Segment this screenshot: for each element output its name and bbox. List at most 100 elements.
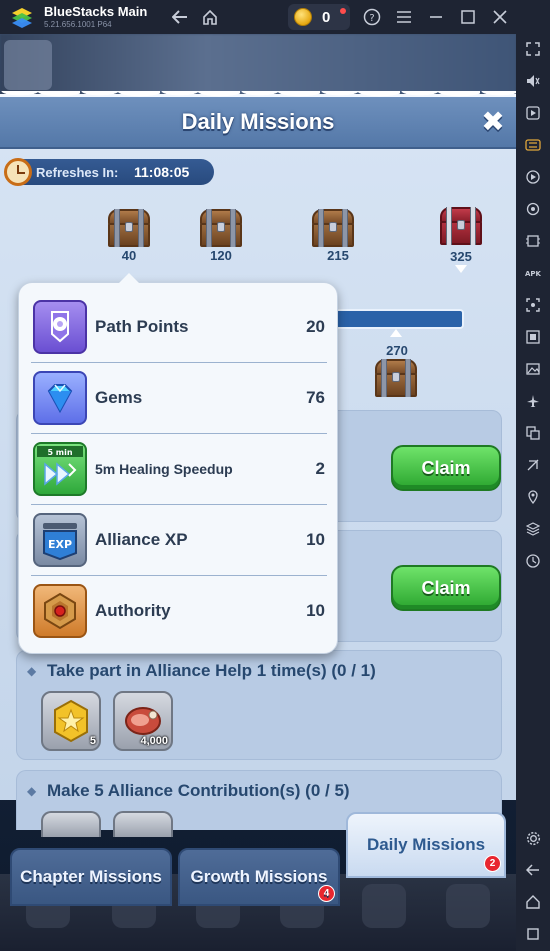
- app-version: 5.21.656.1001 P64: [44, 20, 112, 29]
- item-qty: 10: [306, 601, 325, 620]
- bg-nav-icon: [446, 884, 490, 928]
- popup-caret: [119, 273, 139, 283]
- minimize-icon[interactable]: [426, 7, 446, 27]
- tab-chapter-missions[interactable]: Chapter Missions: [10, 848, 172, 906]
- record-icon[interactable]: [524, 104, 542, 122]
- close-window-icon[interactable]: [490, 7, 510, 27]
- claim-button[interactable]: Claim: [391, 445, 501, 491]
- star-coin-icon[interactable]: 5: [41, 691, 101, 751]
- mission-title: Make 5 Alliance Contribution(s) (0 / 5): [47, 781, 350, 800]
- volume-icon[interactable]: [524, 72, 542, 90]
- item-qty: 20: [306, 317, 325, 336]
- authority-icon: [33, 584, 87, 638]
- milestone-marker-icon: [390, 329, 402, 337]
- alliance-xp-icon: EXP: [33, 513, 87, 567]
- star-coin-icon[interactable]: [41, 811, 101, 837]
- item-name: Alliance XP: [95, 530, 188, 549]
- clock-icon[interactable]: [524, 552, 542, 570]
- milestone-marker-icon: [455, 265, 467, 273]
- popup-item: EXP Alliance XP 10: [31, 506, 327, 576]
- app-title: BlueStacks Main: [44, 4, 148, 19]
- milestone-label: 40: [121, 248, 137, 263]
- popup-item: Gems 76: [31, 364, 327, 434]
- keyboard-icon[interactable]: [524, 136, 542, 154]
- milestone-chest-icon[interactable]: [312, 209, 354, 247]
- maximize-icon[interactable]: [458, 7, 478, 27]
- home-icon[interactable]: [200, 7, 220, 27]
- bullet-icon: ◆: [27, 784, 37, 798]
- milestone-label: 215: [327, 248, 349, 263]
- mission-card: ◆ Take part in Alliance Help 1 time(s) (…: [16, 650, 502, 760]
- coin-balance[interactable]: 0: [288, 4, 350, 30]
- meat-icon[interactable]: 4,000: [113, 691, 173, 751]
- refresh-time: 11:08:05: [134, 164, 190, 180]
- modal-title: Daily Missions: [181, 109, 335, 134]
- healing-speedup-icon: 5 min: [33, 442, 87, 496]
- notification-badge: 2: [484, 855, 501, 872]
- mission-title: Take part in Alliance Help 1 time(s) (0 …: [47, 661, 376, 680]
- menu-icon[interactable]: [394, 7, 414, 27]
- reward-quantity: 4,000: [140, 735, 168, 747]
- milestone-chest-icon[interactable]: [108, 209, 150, 247]
- item-name: Authority: [95, 601, 171, 620]
- airplane-icon[interactable]: [524, 392, 542, 410]
- play-icon[interactable]: [524, 168, 542, 186]
- item-name: 5m Healing Speedup: [95, 461, 233, 477]
- coin-icon: [294, 8, 312, 26]
- milestone-red-chest-icon[interactable]: [440, 207, 482, 245]
- resize-icon[interactable]: [524, 328, 542, 346]
- tab-label: Growth Missions: [190, 867, 328, 886]
- svg-text:?: ?: [369, 13, 374, 24]
- bg-nav-icon: [362, 884, 406, 928]
- bluestacks-sidebar: APK: [516, 34, 550, 951]
- back-arrow-icon[interactable]: [170, 7, 190, 27]
- close-icon[interactable]: ✖: [480, 108, 506, 136]
- popup-item: 5 min 5m Healing Speedup 2: [31, 435, 327, 505]
- settings-icon[interactable]: [524, 829, 542, 847]
- alarm-clock-icon: [4, 158, 32, 186]
- reward-quantity: 5: [89, 735, 96, 747]
- help-icon[interactable]: ?: [362, 7, 382, 27]
- layers-icon[interactable]: [524, 520, 542, 538]
- android-home-icon[interactable]: [524, 893, 542, 911]
- milestone-chest-icon[interactable]: [200, 209, 242, 247]
- bullet-icon: ◆: [27, 664, 37, 678]
- svg-text:APK: APK: [525, 270, 541, 278]
- tab-growth-missions[interactable]: Growth Missions 4: [178, 848, 340, 906]
- refresh-timer: Refreshes In: 11:08:05: [4, 158, 214, 186]
- xp-badge: EXP: [48, 538, 72, 551]
- popup-item: Path Points 20: [31, 293, 327, 363]
- item-qty: 76: [306, 388, 325, 407]
- milestone-chest-icon[interactable]: [375, 359, 417, 397]
- location-icon[interactable]: [524, 488, 542, 506]
- game-viewport: Daily Missions ✖ Refreshes In: 11:08:05 …: [0, 34, 516, 951]
- back-icon[interactable]: [524, 861, 542, 879]
- item-name: Gems: [95, 388, 143, 407]
- speedup-badge: 5 min: [47, 448, 72, 457]
- game-background-header: [0, 34, 516, 94]
- notification-dot: [340, 8, 346, 14]
- recents-icon[interactable]: [524, 925, 542, 943]
- gallery-icon[interactable]: [524, 360, 542, 378]
- multi-instance-icon[interactable]: [524, 424, 542, 442]
- eco-icon[interactable]: [524, 456, 542, 474]
- item-qty: 2: [315, 459, 325, 478]
- tab-daily-missions[interactable]: Daily Missions 2: [346, 812, 506, 878]
- milestone-label: 325: [450, 249, 472, 264]
- modal-header: Daily Missions ✖: [0, 91, 516, 149]
- expand-icon[interactable]: [524, 40, 542, 58]
- gem-icon: [33, 371, 87, 425]
- refresh-label: Refreshes In:: [36, 165, 119, 180]
- apk-icon[interactable]: APK: [524, 264, 542, 282]
- screenshot-icon[interactable]: [524, 296, 542, 314]
- popup-item: Authority 10: [31, 577, 327, 647]
- performance-icon[interactable]: [524, 232, 542, 250]
- claim-button[interactable]: Claim: [391, 565, 501, 611]
- wood-icon[interactable]: [113, 811, 173, 837]
- tab-label: Chapter Missions: [20, 867, 162, 886]
- rotate-icon[interactable]: [524, 200, 542, 218]
- bluestacks-logo-icon: [12, 8, 32, 28]
- item-qty: 10: [306, 530, 325, 549]
- reward-preview-popup: Path Points 20 Gems 76 5 min 5m Healing …: [18, 273, 338, 654]
- player-avatar: [4, 40, 52, 90]
